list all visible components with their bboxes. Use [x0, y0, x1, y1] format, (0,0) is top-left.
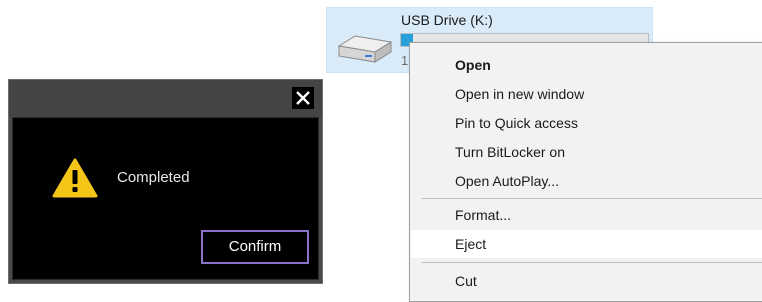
drive-size-text: 1: [401, 53, 409, 68]
menu-item-open-new-window[interactable]: Open in new window: [411, 80, 762, 108]
menu-item-cut[interactable]: Cut: [411, 267, 762, 295]
menu-separator: [422, 198, 762, 199]
completion-dialog: Completed Confirm: [8, 79, 323, 284]
menu-separator: [422, 262, 762, 263]
menu-item-open[interactable]: Open: [411, 51, 762, 79]
usb-drive-icon: [337, 35, 393, 63]
menu-item-format[interactable]: Format...: [411, 201, 762, 229]
dialog-body: Completed Confirm: [12, 117, 319, 280]
drive-name: USB Drive (K:): [401, 12, 493, 28]
menu-item-open-autoplay[interactable]: Open AutoPlay...: [411, 167, 762, 195]
context-menu: Open Open in new window Pin to Quick acc…: [409, 42, 762, 302]
menu-item-pin-quick-access[interactable]: Pin to Quick access: [411, 109, 762, 137]
warning-icon: [52, 158, 98, 198]
close-icon: [296, 91, 310, 105]
confirm-button[interactable]: Confirm: [201, 230, 309, 264]
dialog-message: Completed: [117, 169, 190, 186]
dialog-titlebar: [9, 80, 322, 117]
close-button[interactable]: [292, 87, 314, 109]
menu-item-turn-bitlocker-on[interactable]: Turn BitLocker on: [411, 138, 762, 166]
menu-item-eject[interactable]: Eject: [411, 230, 762, 258]
